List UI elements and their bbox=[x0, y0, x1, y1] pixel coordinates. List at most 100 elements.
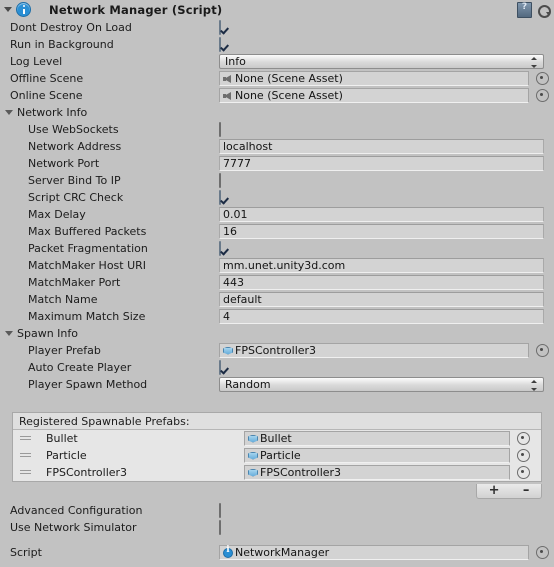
checkbox-server-bind-to-ip[interactable] bbox=[219, 173, 221, 188]
prefab-cube-icon bbox=[222, 345, 234, 357]
foldout-triangle-icon[interactable] bbox=[5, 331, 13, 336]
field-label: Log Level bbox=[10, 55, 63, 68]
section-header-network-info[interactable]: Network Info bbox=[0, 104, 554, 121]
object-picker-target-icon[interactable] bbox=[536, 89, 549, 102]
foldout-triangle-icon[interactable] bbox=[5, 110, 13, 115]
list-item[interactable]: FPSController3 FPSController3 bbox=[13, 464, 541, 481]
text-input-maximum-match-size[interactable]: 4 bbox=[219, 309, 544, 324]
scene-asset-icon bbox=[222, 90, 234, 102]
field-label: Script bbox=[10, 546, 42, 559]
component-header[interactable]: Network Manager (Script) bbox=[0, 0, 554, 19]
field-label: Network Address bbox=[28, 140, 122, 153]
field-label: Max Buffered Packets bbox=[28, 225, 147, 238]
object-field-offline-scene[interactable]: None (Scene Asset) bbox=[219, 71, 529, 86]
field-label: Offline Scene bbox=[10, 72, 84, 85]
object-picker-target-icon[interactable] bbox=[536, 72, 549, 85]
field-label: Maximum Match Size bbox=[28, 310, 146, 323]
spawnable-prefabs-list: Registered Spawnable Prefabs: Bullet Bul… bbox=[12, 412, 542, 482]
field-control: localhost bbox=[219, 139, 544, 154]
object-field-online-scene[interactable]: None (Scene Asset) bbox=[219, 88, 529, 103]
checkbox-use-websockets[interactable] bbox=[219, 122, 221, 137]
gear-icon[interactable] bbox=[537, 4, 551, 18]
text-input-network-port[interactable]: 7777 bbox=[219, 156, 544, 171]
text-input-matchmaker-host-uri[interactable]: mm.unet.unity3d.com bbox=[219, 258, 544, 273]
object-field-prefab-particle[interactable]: Particle bbox=[244, 448, 510, 463]
remove-item-button[interactable]: – bbox=[523, 484, 530, 497]
text-input-network-address[interactable]: localhost bbox=[219, 139, 544, 154]
field-control: Info bbox=[219, 54, 544, 69]
drag-handle-icon[interactable] bbox=[20, 452, 31, 459]
object-field-prefab-bullet[interactable]: Bullet bbox=[244, 431, 510, 446]
help-icon[interactable] bbox=[517, 2, 532, 18]
text-input-max-buffered-packets[interactable]: 16 bbox=[219, 224, 544, 239]
scene-asset-icon bbox=[222, 73, 234, 85]
field-control: 443 bbox=[219, 275, 544, 290]
add-item-button[interactable]: + bbox=[489, 484, 500, 497]
checkbox-advanced-configuration[interactable] bbox=[219, 503, 221, 518]
field-control bbox=[219, 520, 221, 535]
drag-handle-icon[interactable] bbox=[20, 469, 31, 476]
field-label: Player Prefab bbox=[28, 344, 101, 357]
field-label: Online Scene bbox=[10, 89, 83, 102]
field-row-online-scene: Online Scene None (Scene Asset) bbox=[0, 87, 554, 104]
field-label: MatchMaker Host URI bbox=[28, 259, 147, 272]
object-field-value: None (Scene Asset) bbox=[235, 72, 343, 85]
field-label: Network Port bbox=[28, 157, 100, 170]
text-input-match-name[interactable]: default bbox=[219, 292, 544, 307]
dropdown-log-level[interactable]: Info bbox=[219, 54, 544, 69]
dropdown-player-spawn-method[interactable]: Random bbox=[219, 377, 544, 392]
prefab-cube-icon bbox=[247, 467, 259, 479]
field-row-network-port: Network Port 7777 bbox=[0, 155, 554, 172]
list-item[interactable]: Bullet Bullet bbox=[13, 430, 541, 447]
object-picker-target-icon[interactable] bbox=[536, 546, 549, 559]
checkbox-use-network-simulator[interactable] bbox=[219, 520, 221, 535]
text-input-matchmaker-port[interactable]: 443 bbox=[219, 275, 544, 290]
field-row-max-buffered-packets: Max Buffered Packets 16 bbox=[0, 223, 554, 240]
object-picker-target-icon[interactable] bbox=[517, 432, 530, 445]
field-row-script: Script NetworkManager bbox=[0, 544, 554, 561]
field-row-server-bind-to-ip: Server Bind To IP bbox=[0, 172, 554, 189]
list-add-remove-buttons: + – bbox=[476, 484, 542, 499]
field-row-player-spawn-method: Player Spawn Method Random bbox=[0, 376, 554, 393]
field-row-dont-destroy-on-load: Dont Destroy On Load bbox=[0, 19, 554, 36]
field-control: 4 bbox=[219, 309, 544, 324]
drag-handle-icon[interactable] bbox=[20, 435, 31, 442]
list-item[interactable]: Particle Particle bbox=[13, 447, 541, 464]
component-info-icon bbox=[16, 2, 31, 17]
field-row-advanced-configuration: Advanced Configuration bbox=[0, 502, 554, 519]
field-control bbox=[219, 241, 221, 256]
checkbox-script-crc-check[interactable] bbox=[219, 190, 221, 205]
checkbox-dont-destroy-on-load[interactable] bbox=[219, 20, 221, 35]
object-field-value: NetworkManager bbox=[235, 546, 330, 559]
object-field-player-prefab[interactable]: FPSController3 bbox=[219, 343, 529, 358]
object-field-value: FPSController3 bbox=[235, 344, 317, 357]
field-label: Server Bind To IP bbox=[28, 174, 121, 187]
checkbox-auto-create-player[interactable] bbox=[219, 360, 221, 375]
field-label: MatchMaker Port bbox=[28, 276, 121, 289]
checkbox-packet-fragmentation[interactable] bbox=[219, 241, 221, 256]
object-picker-target-icon[interactable] bbox=[536, 344, 549, 357]
object-picker-target-icon[interactable] bbox=[517, 466, 530, 479]
object-field-prefab-fpscontroller3[interactable]: FPSController3 bbox=[244, 465, 510, 480]
list-item-label: Bullet bbox=[46, 432, 78, 445]
list-item-control: Bullet bbox=[244, 431, 530, 446]
object-field-value: Bullet bbox=[260, 432, 292, 445]
field-control: NetworkManager bbox=[219, 545, 549, 560]
field-label: Use Network Simulator bbox=[10, 521, 137, 534]
field-control bbox=[219, 503, 221, 518]
field-row-network-address: Network Address localhost bbox=[0, 138, 554, 155]
field-row-max-delay: Max Delay 0.01 bbox=[0, 206, 554, 223]
prefab-cube-icon bbox=[247, 433, 259, 445]
prefab-cube-icon bbox=[247, 450, 259, 462]
checkbox-run-in-background[interactable] bbox=[219, 37, 221, 52]
object-field-script[interactable]: NetworkManager bbox=[219, 545, 529, 560]
component-foldout-triangle-icon[interactable] bbox=[4, 7, 12, 12]
object-field-value: FPSController3 bbox=[260, 466, 342, 479]
object-picker-target-icon[interactable] bbox=[517, 449, 530, 462]
field-control bbox=[219, 37, 221, 52]
text-input-max-delay[interactable]: 0.01 bbox=[219, 207, 544, 222]
chevron-updown-icon bbox=[530, 57, 537, 68]
section-header-spawn-info[interactable]: Spawn Info bbox=[0, 325, 554, 342]
field-row-use-websockets: Use WebSockets bbox=[0, 121, 554, 138]
field-control: default bbox=[219, 292, 544, 307]
